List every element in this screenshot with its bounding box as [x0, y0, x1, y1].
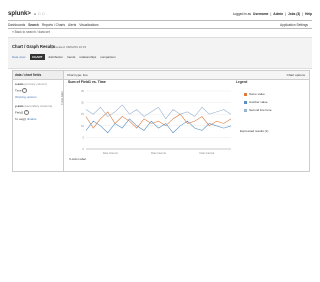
disable-link[interactable]: disable — [27, 117, 37, 121]
yaxis-label: y-axis — [15, 104, 24, 108]
yaxis-hint: (secondary columns) — [24, 104, 53, 108]
x-tick-label: Date Interval — [103, 151, 118, 155]
chart-area: Sum of Field1 vs. Time Y-Axis label 25 20… — [61, 80, 309, 171]
legend-swatch — [244, 108, 247, 112]
nav-alerts[interactable]: Alerts — [68, 23, 76, 27]
nav-search[interactable]: Search — [28, 23, 39, 27]
legend-item[interactable]: Second line here — [244, 108, 272, 112]
distribution-dropdown[interactable]: distribution — [49, 55, 64, 59]
fields-panel: data / chart fields x-axis (primary colu… — [13, 71, 64, 171]
help-link[interactable]: Help — [305, 12, 312, 16]
y-tick-label: 20 — [81, 101, 84, 105]
legend-item[interactable]: Another value — [244, 100, 268, 104]
legend-swatch — [244, 92, 247, 96]
yaxis-row: y-axis (secondary columns) — [15, 104, 61, 108]
generated-timestamp: generated: 08/02/09 10:15 — [51, 45, 87, 49]
jobs-link[interactable]: Jobs (3) — [288, 12, 300, 16]
app-frame: splunk> ● □ □ Logged in as Username | Ad… — [8, 8, 312, 172]
chart-toolbar: Chart type: line Chart options — [64, 71, 309, 80]
separator: | — [270, 12, 272, 16]
x-tick-label: Date Interval — [199, 151, 214, 155]
xaxis-label: x-axis — [15, 82, 24, 86]
chart-button[interactable]: CHART — [30, 54, 45, 60]
results-header: Chart / Graph Results generated: 08/02/0… — [8, 37, 312, 69]
x-tick-label: Date Interval — [151, 151, 166, 155]
back-link[interactable]: « Back to search / data set — [12, 30, 50, 34]
user-line: Logged in as Username | Admin | Jobs (3)… — [233, 12, 312, 16]
working-options-link[interactable]: Working options — [15, 95, 61, 99]
app-settings-link[interactable]: Application Settings — [280, 23, 308, 27]
chart-type-dropdown[interactable]: Chart type: line — [67, 73, 88, 77]
xaxis-row: x-axis (primary column) — [15, 82, 61, 86]
help-icon[interactable]: ? — [22, 88, 28, 93]
help-icon[interactable]: ? — [24, 110, 30, 115]
splunk-logo[interactable]: splunk> — [8, 11, 31, 17]
agg-label: fn: avg() — [15, 117, 27, 121]
legend-label: Some value — [249, 92, 265, 96]
username-link[interactable]: Username — [253, 12, 268, 16]
fields-header: data / chart fields — [13, 71, 63, 80]
xaxis-hint: (primary column) — [24, 82, 47, 86]
chart-title[interactable]: Sum of Field1 vs. Time — [68, 80, 106, 84]
results-title: Chart / Graph Results — [12, 44, 56, 49]
y-tick-label: 0 — [83, 147, 85, 151]
separator: | — [302, 12, 304, 16]
y-tick-label: 15 — [81, 112, 84, 116]
admin-link[interactable]: Admin — [273, 12, 283, 16]
yaxis-field[interactable]: Field1 — [15, 110, 23, 114]
line-chart: 25 20 15 10 5 0 Date Interval Date Interval Date… — [81, 89, 232, 155]
square-icon[interactable]: □ — [42, 12, 44, 16]
trends-dropdown[interactable]: trends — [67, 55, 75, 59]
comparison-dropdown[interactable]: comparison — [100, 55, 116, 59]
legend-title: Legend — [236, 80, 248, 84]
top-icons: ● □ □ — [34, 12, 46, 16]
x-axis-label[interactable]: X-Axis Label — [69, 157, 86, 161]
agg-row: fn: avg() disable — [15, 117, 61, 121]
circle-icon[interactable]: ● — [34, 12, 36, 16]
nav-reports[interactable]: Reports / Charts — [42, 23, 65, 27]
chart-options-dropdown[interactable]: Chart options — [287, 73, 305, 77]
y-tick-label: 25 — [81, 89, 84, 93]
chart-panel: data / chart fields x-axis (primary colu… — [12, 70, 310, 172]
nav-visualizations[interactable]: Visualizations — [79, 23, 98, 27]
y-tick-label: 5 — [83, 135, 85, 139]
expression-dropdown[interactable]: Expressed results (1) — [240, 129, 268, 133]
legend-item[interactable]: Some value — [244, 92, 265, 96]
square-icon[interactable]: □ — [38, 12, 40, 16]
xaxis-value-row: Time ? — [15, 88, 61, 93]
legend-label: Second line here — [249, 108, 272, 112]
nav-dashboards[interactable]: Dashboards — [8, 23, 25, 27]
legend-label: Another value — [249, 100, 268, 104]
y-axis-label: Y-Axis label — [61, 91, 64, 105]
view-toolbar: Data view: CHART distribution trends rel… — [12, 54, 116, 60]
y-tick-label: 10 — [81, 124, 84, 128]
yaxis-field-row: Field1 ? — [15, 110, 61, 115]
legend-swatch — [244, 100, 247, 104]
separator: | — [285, 12, 287, 16]
top-bar: splunk> ● □ □ Logged in as Username | Ad… — [8, 8, 312, 20]
relationships-dropdown[interactable]: relationships — [79, 55, 96, 59]
chart-main: Chart type: line Chart options Sum of Fi… — [61, 71, 309, 171]
logged-in-label: Logged in as — [232, 12, 252, 16]
data-view-label[interactable]: Data view: — [12, 55, 26, 59]
xaxis-value[interactable]: Time — [15, 88, 22, 92]
app-navbar: Dashboards Search Reports / Charts Alert… — [8, 20, 312, 29]
